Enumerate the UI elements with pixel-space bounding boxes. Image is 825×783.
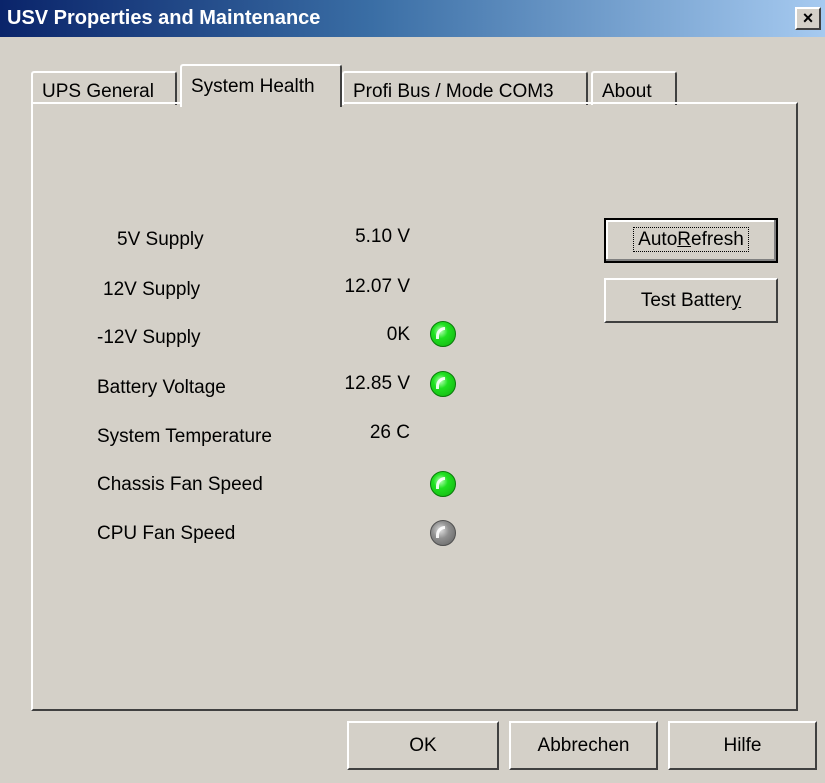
ok-button[interactable]: OK bbox=[347, 721, 499, 770]
tab-label: UPS General bbox=[42, 81, 154, 102]
tab-system-health[interactable]: System Health bbox=[180, 64, 342, 107]
tab-panel bbox=[31, 102, 798, 711]
tab-about[interactable]: About bbox=[591, 71, 677, 105]
title-bar: USV Properties and Maintenance × bbox=[0, 0, 825, 37]
help-button[interactable]: Hilfe bbox=[668, 721, 817, 770]
button-label: Hilfe bbox=[723, 735, 762, 756]
tab-label: About bbox=[602, 81, 652, 102]
close-icon: × bbox=[802, 8, 814, 28]
tab-ups-general[interactable]: UPS General bbox=[31, 71, 177, 105]
cancel-button[interactable]: Abbrechen bbox=[509, 721, 658, 770]
tab-profi-bus[interactable]: Profi Bus / Mode COM3 bbox=[342, 71, 588, 105]
tab-label: System Health bbox=[191, 76, 315, 97]
button-label: OK bbox=[409, 735, 437, 756]
close-button[interactable]: × bbox=[795, 7, 821, 30]
window-title: USV Properties and Maintenance bbox=[7, 7, 321, 29]
tab-label: Profi Bus / Mode COM3 bbox=[353, 81, 554, 102]
button-label: Abbrechen bbox=[537, 735, 630, 756]
